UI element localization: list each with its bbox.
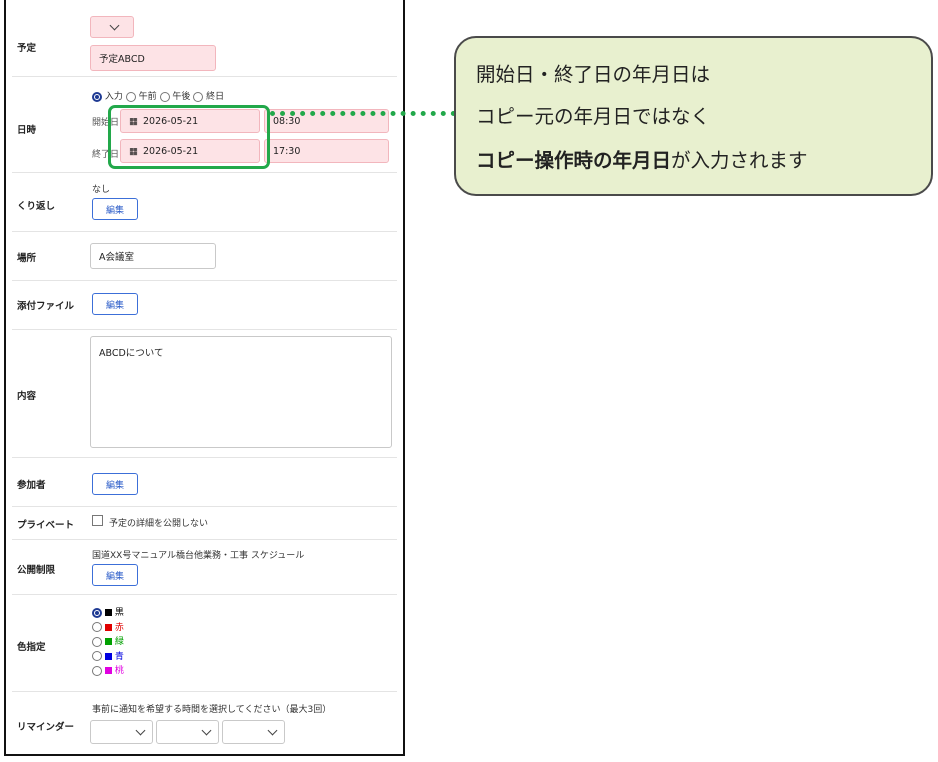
attachment-label: 添付ファイル	[17, 301, 75, 312]
mode-label-input: 入力	[104, 92, 123, 102]
private-checkbox-label: 予定の詳細を公開しない	[109, 519, 209, 529]
color-option-red[interactable]: 赤	[92, 621, 124, 636]
row-attachment: 添付ファイル 編集	[12, 281, 397, 330]
color-options: 黒 赤 緑 青 桃	[92, 606, 124, 679]
color-radio[interactable]	[92, 651, 102, 662]
datetime-mode-group: 入力 午前 午後 終日	[92, 89, 224, 102]
color-option-green[interactable]: 緑	[92, 635, 124, 650]
content-textarea[interactable]: ABCDについて	[90, 336, 392, 448]
color-radio[interactable]	[92, 607, 102, 618]
datetime-label: 日時	[17, 125, 37, 136]
repeat-edit-button[interactable]: 編集	[92, 198, 138, 220]
private-label: プライベート	[17, 520, 75, 531]
color-radio[interactable]	[92, 622, 102, 633]
publish-edit-button[interactable]: 編集	[92, 564, 138, 586]
reminder-select-3[interactable]	[222, 720, 285, 744]
row-participants: 参加者 編集	[12, 458, 397, 507]
mode-radio-pm[interactable]	[159, 91, 170, 102]
annotation-callout: 開始日・終了日の年月日は コピー元の年月日ではなく コピー操作時の年月日が入力さ…	[454, 36, 933, 196]
chevron-down-icon	[135, 725, 146, 736]
chevron-down-icon	[109, 20, 120, 31]
reminder-select-1[interactable]	[90, 720, 153, 744]
reminder-select-2[interactable]	[156, 720, 219, 744]
color-option-pink[interactable]: 桃	[92, 664, 124, 679]
row-private: プライベート 予定の詳細を公開しない	[12, 507, 397, 540]
mode-radio-input[interactable]	[92, 91, 102, 102]
date-highlight-box	[108, 105, 270, 169]
place-label: 場所	[17, 253, 37, 264]
row-content: 内容 ABCDについて	[12, 330, 397, 458]
end-time-input[interactable]: 17:30	[264, 139, 389, 163]
callout-line-3: コピー操作時の年月日が入力されます	[476, 144, 808, 173]
participants-edit-button[interactable]: 編集	[92, 473, 138, 495]
mode-label-am: 午前	[138, 92, 157, 102]
row-reminder: リマインダー 事前に通知を希望する時間を選択してください（最大3回）	[12, 692, 397, 754]
connector-dotted-line	[270, 111, 456, 116]
mode-label-pm: 午後	[172, 92, 191, 102]
chevron-down-icon	[267, 725, 278, 736]
row-color: 色指定 黒 赤 緑 青 桃	[12, 595, 397, 692]
repeat-value: なし	[92, 185, 111, 195]
publish-value: 国道XX号マニュアル橋台他業務・工事 スケジュール	[92, 551, 305, 561]
content-text: ABCDについて	[99, 348, 164, 359]
participants-label: 参加者	[17, 480, 46, 491]
mode-radio-allday[interactable]	[193, 91, 204, 102]
title-input[interactable]: 予定ABCD	[90, 45, 216, 71]
attachment-edit-button[interactable]: 編集	[92, 293, 138, 315]
row-schedule: 予定 予定ABCD	[12, 0, 397, 77]
reminder-label: リマインダー	[17, 722, 75, 733]
color-label: 色指定	[17, 642, 46, 653]
color-option-blue[interactable]: 青	[92, 650, 124, 665]
publish-label: 公開制限	[17, 565, 56, 576]
chevron-down-icon	[201, 725, 212, 736]
row-publish: 公開制限 国道XX号マニュアル橋台他業務・工事 スケジュール 編集	[12, 540, 397, 595]
color-option-black[interactable]: 黒	[92, 606, 124, 621]
mode-radio-am[interactable]	[125, 91, 136, 102]
row-place: 場所 A会議室	[12, 232, 397, 281]
repeat-label: くり返し	[17, 201, 56, 212]
content-label: 内容	[17, 391, 37, 402]
callout-rest: が入力されます	[671, 149, 808, 172]
row-repeat: くり返し なし 編集	[12, 173, 397, 232]
callout-line-1: 開始日・終了日の年月日は	[476, 63, 711, 86]
callout-line-2: コピー元の年月日ではなく	[476, 105, 711, 128]
callout-emphasis: コピー操作時の年月日	[476, 149, 672, 172]
private-checkbox[interactable]	[92, 515, 103, 526]
color-radio[interactable]	[92, 665, 102, 676]
color-radio[interactable]	[92, 636, 102, 647]
category-select[interactable]	[90, 16, 134, 38]
place-input[interactable]: A会議室	[90, 243, 216, 269]
mode-label-allday: 終日	[206, 92, 225, 102]
schedule-label: 予定	[17, 43, 37, 54]
reminder-hint: 事前に通知を希望する時間を選択してください（最大3回）	[92, 705, 332, 715]
